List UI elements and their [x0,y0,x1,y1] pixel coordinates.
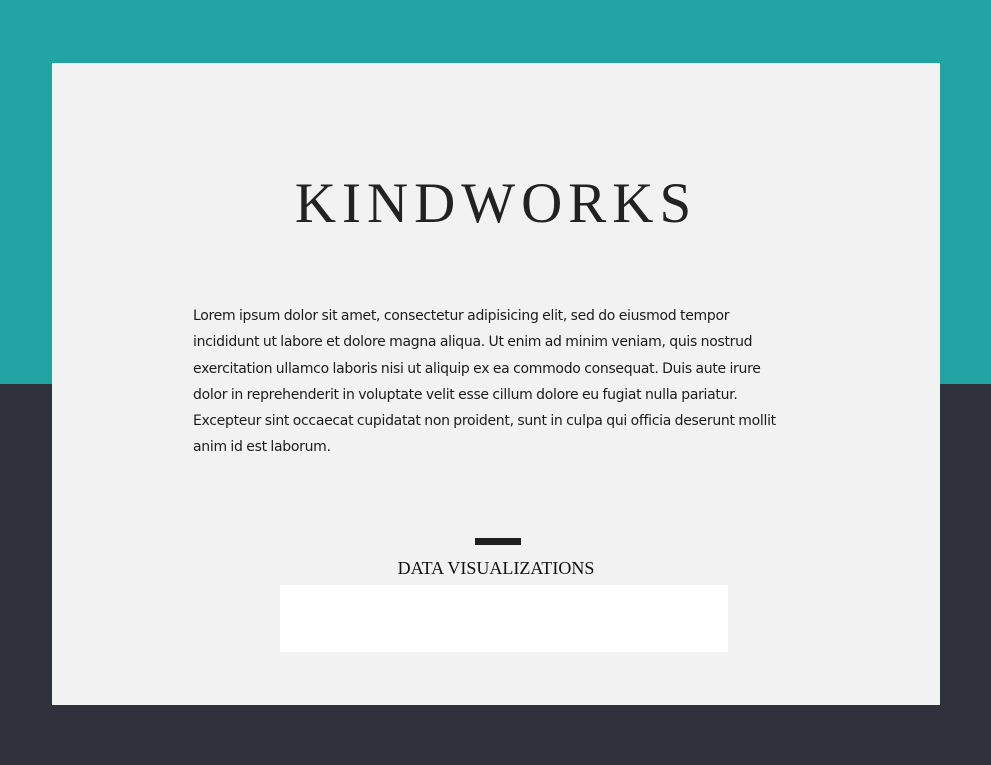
site-title: KINDWORKS [294,172,698,235]
data-visualization-area [280,585,728,652]
content-card: KINDWORKS Lorem ipsum dolor sit amet, co… [52,63,940,705]
section-divider [475,538,521,545]
intro-paragraph: Lorem ipsum dolor sit amet, consectetur … [193,308,776,456]
data-visualizations-heading: DATA VISUALIZATIONS [397,558,595,578]
